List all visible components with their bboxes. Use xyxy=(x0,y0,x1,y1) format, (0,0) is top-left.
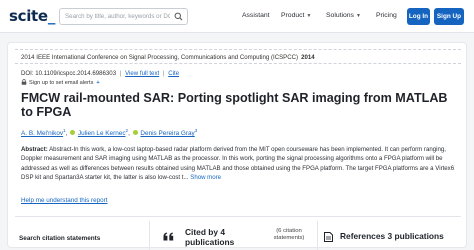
top-navigation-bar: scite_ Assistant Product▼ Solutions▼ Pri… xyxy=(0,0,474,33)
signup-button[interactable]: Sign Up xyxy=(434,8,464,25)
help-understand-link[interactable]: Help me understand this report xyxy=(21,197,107,204)
author-link[interactable]: Denis Pereira Gray xyxy=(140,130,194,137)
orcid-icon xyxy=(132,130,138,136)
author-link[interactable]: Julien Le Kernec xyxy=(78,130,126,137)
author-affiliation: 3 xyxy=(194,128,198,133)
venue-year: 2014 xyxy=(301,54,315,61)
paper-card: 2014 IEEE International Conference on Si… xyxy=(7,42,467,250)
nav-solutions-label: Solutions xyxy=(326,12,354,19)
search-icon[interactable] xyxy=(174,12,183,21)
author-link[interactable]: A. B. Mel'nikov xyxy=(21,130,63,137)
quote-icon xyxy=(163,232,174,241)
nav-solutions[interactable]: Solutions ▼ xyxy=(326,12,361,19)
nav-product-label: Product xyxy=(281,12,305,19)
venue[interactable]: 2014 IEEE International Conference on Si… xyxy=(21,54,315,61)
chevron-down-icon: ▼ xyxy=(355,13,361,19)
nav-assistant-label: Assistant xyxy=(242,12,270,19)
signup-alerts-row[interactable]: Sign up to set email alerts + xyxy=(21,79,101,86)
logo-text: scite xyxy=(9,7,48,25)
cited-by-count: Cited by 4 publications xyxy=(185,227,235,247)
show-more-link[interactable]: Show more xyxy=(190,174,221,181)
search-citation-statements[interactable]: Search citation statements xyxy=(19,235,100,242)
login-button[interactable]: Log In xyxy=(407,8,430,25)
cite-link[interactable]: Cite xyxy=(168,70,179,77)
separator: , xyxy=(128,130,132,138)
divider: | xyxy=(162,70,165,77)
doi-text: DOI: 10.1109/icspcc.2014.6986303 xyxy=(21,70,117,77)
orcid-icon xyxy=(70,130,76,136)
nav-product[interactable]: Product ▼ xyxy=(281,12,311,19)
nav-pricing-label: Pricing xyxy=(376,12,397,19)
references-panel[interactable]: References 3 publications xyxy=(318,221,461,250)
view-full-text-link[interactable]: View full text xyxy=(125,70,159,77)
venue-box: 2014 IEEE International Conference on Si… xyxy=(15,49,461,64)
abstract-label: Abstract: xyxy=(21,146,48,153)
nav-assistant[interactable]: Assistant xyxy=(242,12,270,19)
plus-icon: + xyxy=(96,80,100,86)
doi-row: DOI: 10.1109/icspcc.2014.6986303 | View … xyxy=(21,70,179,77)
logo-mark: _ xyxy=(47,7,56,25)
separator: , xyxy=(65,130,70,138)
lock-icon xyxy=(21,79,27,85)
references-count: References 3 publications xyxy=(340,231,444,241)
signup-alerts-text: Sign up to set email alerts xyxy=(29,80,94,86)
chevron-down-icon: ▼ xyxy=(306,13,312,19)
search-input[interactable] xyxy=(60,9,170,24)
scite-logo[interactable]: scite_ xyxy=(9,7,55,25)
cited-by-panel[interactable]: Cited by 4 publications (6 citation stat… xyxy=(149,221,318,250)
stats-bar: Search citation statements Cited by 4 pu… xyxy=(15,216,461,250)
divider: | xyxy=(119,70,122,77)
author-list: A. B. Mel'nikov1, Julien Le Kernec2, Den… xyxy=(21,128,197,137)
paper-title: FMCW rail-mounted SAR: Porting spotlight… xyxy=(21,91,448,120)
abstract-text: Abstract-In this work, a low-cost laptop… xyxy=(21,146,455,181)
search-box[interactable] xyxy=(59,8,188,25)
venue-name: 2014 IEEE International Conference on Si… xyxy=(21,54,299,61)
abstract: Abstract: Abstract-In this work, a low-c… xyxy=(21,145,461,182)
citation-statements-count: (6 citation statements) xyxy=(273,228,305,242)
document-icon xyxy=(324,232,333,242)
nav-pricing[interactable]: Pricing xyxy=(376,12,397,19)
